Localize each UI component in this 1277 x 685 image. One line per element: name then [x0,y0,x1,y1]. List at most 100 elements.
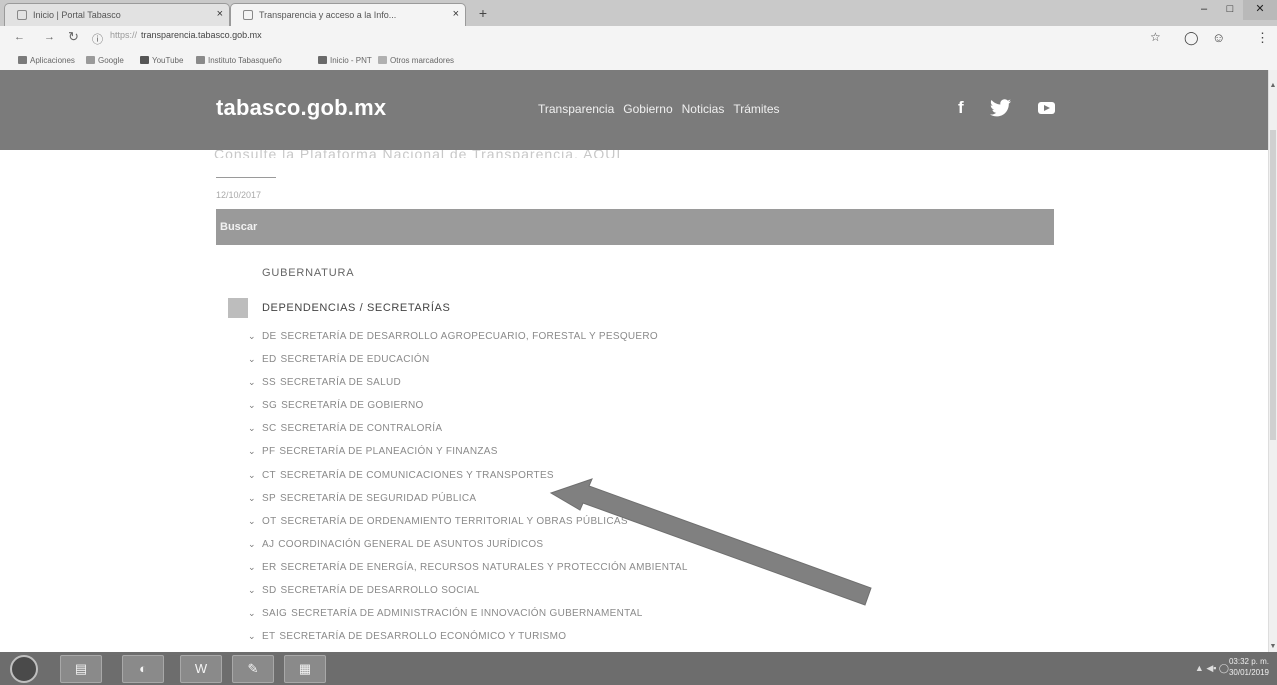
reload-icon[interactable]: ↻ [68,29,79,45]
scroll-down-icon[interactable]: ▼ [1269,643,1277,650]
window-close-icon[interactable]: ✕ [1243,0,1277,20]
site-header: tabasco.gob.mx Transparencia Gobierno No… [0,70,1270,150]
bookmark-label: Inicio - PNT [330,56,372,65]
apps-icon [18,56,27,64]
clock-time: 03:32 p. m. [1228,657,1269,666]
dependencia-item[interactable]: ⌄ SS SECRETARÍA DE SALUD [248,377,727,400]
extension-icon[interactable]: ◯ [1184,30,1199,46]
bookmark-icon [318,56,327,64]
dependencia-item[interactable]: ⌄ ED SECRETARÍA DE EDUCACIÓN [248,354,727,377]
bookmark-pnt[interactable]: Inicio - PNT [318,56,372,65]
chevron-down-icon: ⌄ [248,331,256,341]
chevron-down-icon: ⌄ [248,446,256,457]
scroll-thumb[interactable] [1270,130,1276,440]
category-gubernatura[interactable]: GUBERNATURA [262,267,354,279]
dependencias-list: ⌄ DE SECRETARÍA DE DESARROLLO AGROPECUARIO… [248,331,727,677]
window-controls: – □ ✕ [1191,0,1277,20]
new-tab-button[interactable]: + [474,5,492,21]
info-icon[interactable]: ⓘ [92,31,103,47]
tab-transparencia[interactable]: Transparencia y acceso a la Info... × [230,3,466,26]
dependencia-item[interactable]: ⌄ CT SECRETARÍA DE COMUNICACIONES Y TRANSP… [248,470,727,493]
taskbar-clock[interactable]: 03:32 p. m. 30/01/2019 [1229,656,1269,678]
paint-icon[interactable]: ✎ [232,655,274,683]
bookmark-label: Google [98,56,124,65]
chrome-icon[interactable]: ◐ [122,655,164,683]
collapse-icon[interactable] [228,298,248,318]
back-icon[interactable]: ← [14,31,25,43]
bookmark-label: Instituto Tabasqueño [208,56,282,65]
dependencia-code: SAIG [262,608,288,620]
dependencia-name: SECRETARÍA DE DESARROLLO ECONÓMICO Y TUR… [279,631,567,643]
nav-gobierno[interactable]: Gobierno [623,102,672,116]
chevron-down-icon: ⌄ [248,631,256,642]
system-tray[interactable]: ▲ ◀▪ ◯ [1195,663,1229,674]
tab-portal-tabasco[interactable]: Inicio | Portal Tabasco × [4,3,230,26]
bookmark-label: Otros marcadores [390,56,455,65]
dependencia-code: CT [262,469,276,481]
url-text: transparencia.tabasco.gob.mx [141,30,262,40]
minimize-icon[interactable]: – [1191,0,1217,20]
dependencia-name: SECRETARÍA DE DESARROLLO SOCIAL [280,585,480,597]
menu-icon[interactable]: ⋮ [1256,30,1269,46]
dependencia-code: SS [262,377,276,389]
dependencia-item[interactable]: ⌄ PF SECRETARÍA DE PLANEACIÓN Y FINANZAS [248,446,727,469]
scroll-up-icon[interactable]: ▲ [1269,82,1277,89]
bookmark-apps[interactable]: Aplicaciones [18,56,75,65]
start-button[interactable] [10,655,38,683]
files-icon[interactable]: ▦ [284,655,326,683]
youtube-icon[interactable] [1037,102,1055,114]
category-dependencias[interactable]: DEPENDENCIAS / SECRETARÍAS [262,302,450,314]
twitter-icon[interactable] [989,99,1012,117]
star-icon[interactable]: ☆ [1150,30,1161,44]
pnt-intro-text: Consulte la Plataforma Nacional de Trans… [214,150,622,158]
nav-transparencia[interactable]: Transparencia [538,102,614,116]
close-icon[interactable]: × [217,8,223,20]
bookmark-youtube[interactable]: YouTube [140,56,183,65]
search-section-bar[interactable]: Buscar [216,209,1054,245]
dependencia-name: SECRETARÍA DE COMUNICACIONES Y TRANSPORT… [279,469,554,481]
dependencia-item[interactable]: ⌄ OT SECRETARÍA DE ORDENAMIENTO TERRITORIA… [248,516,727,539]
address-bar: ← → ↻ ⓘ https://transparencia.tabasco.go… [0,26,1277,50]
dependencia-code: AJ [262,538,275,550]
dependencia-item[interactable]: ⌄ ET SECRETARÍA DE DESARROLLO ECONÓMICO Y … [248,631,727,654]
dependencia-code: DE [262,331,277,342]
dependencia-item[interactable]: ⌄ SP SECRETARÍA DE SEGURIDAD PÚBLICA [248,493,727,516]
dependencia-item[interactable]: ⌄ ER SECRETARÍA DE ENERGÍA, RECURSOS NATUR… [248,562,727,585]
dependencia-item[interactable]: ⌄ SD SECRETARÍA DE DESARROLLO SOCIAL [248,585,727,608]
dependencia-item[interactable]: ⌄ SC SECRETARÍA DE CONTRALORÍA [248,423,727,446]
url-input[interactable]: https://transparencia.tabasco.gob.mx [110,30,262,40]
bookmark-google[interactable]: Google [86,56,124,65]
dependencia-item[interactable]: ⌄ AJ COORDINACIÓN GENERAL DE ASUNTOS JURÍD… [248,539,727,562]
dependencia-code: ET [262,631,276,643]
facebook-icon[interactable]: f [958,98,964,118]
dependencia-name: SECRETARÍA DE ENERGÍA, RECURSOS NATURALE… [280,561,688,573]
vertical-scrollbar[interactable]: ▲ ▼ [1268,70,1277,652]
explorer-icon[interactable]: ▤ [60,655,102,683]
dependencia-code: SC [262,423,277,435]
divider [216,177,276,178]
bookmark-label: Aplicaciones [30,56,75,65]
main-nav: Transparencia Gobierno Noticias Trámites [538,102,780,116]
dependencia-item[interactable]: ⌄ SG SECRETARÍA DE GOBIERNO [248,400,727,423]
nav-noticias[interactable]: Noticias [682,102,725,116]
profile-icon[interactable]: ☺ [1212,30,1225,45]
dependencia-code: ER [262,561,277,573]
dependencia-item[interactable]: ⌄ DE SECRETARÍA DE DESARROLLO AGROPECUARIO… [248,331,727,354]
chevron-down-icon: ⌄ [248,354,256,365]
chevron-down-icon: ⌄ [248,400,256,411]
bookmark-label: YouTube [152,56,184,65]
maximize-icon[interactable]: □ [1217,0,1243,20]
chevron-down-icon: ⌄ [248,515,256,526]
word-icon[interactable]: W [180,655,222,683]
nav-tramites[interactable]: Trámites [733,102,779,116]
chevron-down-icon: ⌄ [248,469,256,480]
close-icon[interactable]: × [453,8,459,20]
dependencia-name: SECRETARÍA DE DESARROLLO AGROPECUARIO, F… [280,331,658,342]
dependencia-name: SECRETARÍA DE PLANEACIÓN Y FINANZAS [279,446,498,458]
forward-icon[interactable]: → [44,31,55,43]
site-logo[interactable]: tabasco.gob.mx [216,95,386,121]
dependencia-item[interactable]: ⌄ SAIG SECRETARÍA DE ADMINISTRACIÓN E INNO… [248,608,727,631]
bookmark-instituto[interactable]: Instituto Tabasqueño [196,56,282,65]
bookmark-otros[interactable]: Otros marcadores [378,56,454,65]
tab-label: Transparencia y acceso a la Info... [259,10,397,20]
